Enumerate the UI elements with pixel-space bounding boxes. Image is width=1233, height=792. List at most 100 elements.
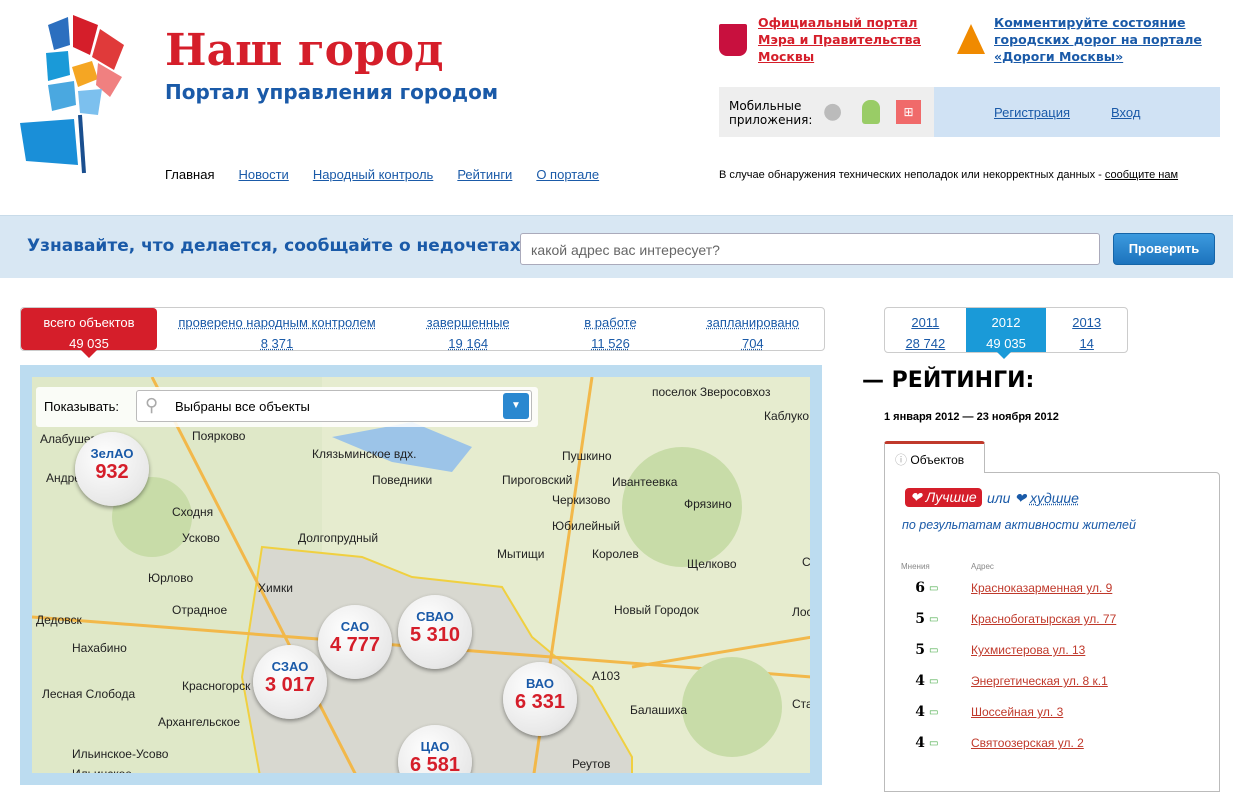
address-link[interactable]: Энергетическая ул. 8 к.1 (971, 674, 1108, 688)
district-svao[interactable]: СВАО 5 310 (398, 595, 472, 669)
site-title[interactable]: Наш город (165, 25, 443, 76)
nav-about[interactable]: О портале (536, 167, 599, 182)
year-value: 49 035 (986, 336, 1026, 351)
district-vao[interactable]: ВАО 6 331 (503, 662, 577, 736)
address-link[interactable]: Святоозерская ул. 2 (971, 736, 1084, 750)
filter-value: Выбраны все объекты (175, 399, 310, 414)
year-label: 2011 (911, 315, 939, 330)
best-toggle[interactable]: ❤ Лучшие (905, 488, 982, 507)
map-town-label: Королев (592, 547, 639, 561)
help-icon: ⓘ (895, 453, 907, 467)
year-2013[interactable]: 2013 14 (1046, 308, 1127, 352)
year-2012[interactable]: 2012 49 035 (966, 308, 1047, 352)
login-link[interactable]: Вход (1111, 105, 1140, 120)
stat-label: завершенные (427, 315, 510, 330)
map-town-label: Пушкино (562, 449, 612, 463)
notice-text: В случае обнаружения технических неполад… (719, 169, 1105, 181)
address-link[interactable]: Кухмистерова ул. 13 (971, 643, 1085, 657)
check-button[interactable]: Проверить (1113, 233, 1215, 265)
search-icon: ⚲ (145, 395, 158, 416)
district-zelao[interactable]: ЗелАО 932 (75, 432, 149, 506)
stat-label: в работе (584, 315, 636, 330)
col-address: Адрес (971, 562, 994, 571)
map-town-label: Свердл (802, 555, 810, 569)
roads-link-line: «Дороги Москвы» (994, 48, 1202, 65)
android-icon[interactable] (862, 100, 880, 124)
auth-bar: Регистрация Вход (934, 87, 1220, 137)
mobile-apps: Мобильные приложения: ● ⊞ (719, 87, 934, 137)
mobile-label: приложения: (729, 113, 812, 127)
map-town-label: Реутов (572, 757, 610, 771)
address-link[interactable]: Шоссейная ул. 3 (971, 705, 1063, 719)
error-notice: В случае обнаружения технических неполад… (719, 169, 1178, 181)
stat-verified[interactable]: проверено народным контролем 8 371 (157, 308, 397, 350)
address-link[interactable]: Краснобогатырская ул. 77 (971, 612, 1116, 626)
opinion-count: 5 (905, 611, 925, 627)
comment-icon: ▭ (929, 645, 941, 656)
nav-news[interactable]: Новости (238, 167, 288, 182)
map-town-label: Ивантеевка (612, 475, 677, 489)
stat-total[interactable]: всего объектов 49 035 (21, 308, 157, 350)
map-frame: поселок Зверосовхоз Каблуко Поярково Алабуш… (20, 365, 822, 785)
ratings-title: РЕЙТИНГИ: (892, 368, 1035, 393)
map-town-label: Каблуко (764, 409, 809, 423)
nav-control[interactable]: Народный контроль (313, 167, 434, 182)
map-town-label: Новый Городок (614, 603, 699, 617)
register-link[interactable]: Регистрация (994, 105, 1070, 120)
comment-icon: ▭ (929, 583, 941, 594)
year-label: 2013 (1072, 315, 1101, 330)
filter-select[interactable]: ⚲ Выбраны все объекты ▼ (136, 390, 532, 422)
rating-row: 6 ▭ Красноказарменная ул. 9 (905, 580, 1112, 596)
mayor-portal-link[interactable]: Официальный портал Мэра и Правительства Мо… (758, 14, 921, 65)
stat-in-progress[interactable]: в работе 11 526 (539, 308, 681, 350)
stat-completed[interactable]: завершенные 19 164 (397, 308, 539, 350)
roads-portal-link[interactable]: Комментируйте состояние городских дорог н… (994, 14, 1202, 65)
chevron-down-icon[interactable]: ▼ (503, 393, 529, 419)
district-count: 3 017 (253, 674, 327, 697)
worst-toggle[interactable]: худшие (1030, 490, 1079, 506)
apple-icon[interactable]: ● (823, 99, 842, 124)
map-town-label: Фрязино (684, 497, 732, 511)
main-nav: Главная Новости Народный контроль Рейтин… (165, 167, 599, 182)
map-town-label: Ильинское-Усово (72, 747, 168, 761)
address-link[interactable]: Красноказарменная ул. 9 (971, 581, 1112, 595)
report-link[interactable]: сообщите нам (1105, 169, 1178, 181)
rating-row: 4 ▭ Шоссейная ул. 3 (905, 704, 1063, 720)
map-town-label: Красногорск (182, 679, 250, 693)
district-name: ЗелАО (75, 446, 149, 461)
year-tabs: 2011 28 742 2012 49 035 2013 14 (884, 307, 1128, 353)
nav-home[interactable]: Главная (165, 167, 214, 182)
mayor-link-line: Мэра и Правительства (758, 31, 921, 48)
filter-label: Показывать: (44, 399, 119, 414)
district-szao[interactable]: СЗАО 3 017 (253, 645, 327, 719)
map-town-label: Поведники (372, 473, 432, 487)
logo-flower-icon[interactable] (18, 15, 130, 175)
stat-planned[interactable]: запланировано 704 (682, 308, 824, 350)
district-sao[interactable]: САО 4 777 (318, 605, 392, 679)
nav-ratings[interactable]: Рейтинги (457, 167, 512, 182)
comment-icon: ▭ (929, 738, 941, 749)
opinion-count: 4 (905, 673, 925, 689)
address-search-input[interactable]: какой адрес вас интересует? (520, 233, 1100, 265)
map-town-label: Дедовск (36, 613, 82, 627)
map-town-label: А103 (592, 669, 620, 683)
map-town-label: Сходня (172, 505, 213, 519)
year-2011[interactable]: 2011 28 742 (885, 308, 966, 352)
map-town-label: Лось (792, 605, 810, 619)
site-subtitle: Портал управления городом (165, 80, 498, 104)
ratings-period: 1 января 2012 — 23 ноября 2012 (884, 411, 1059, 423)
moscow-coat-icon (719, 24, 747, 56)
col-opinions: Мнения (901, 562, 930, 571)
windows-icon[interactable]: ⊞ (896, 100, 921, 124)
opinion-count: 5 (905, 642, 925, 658)
map-town-label: Юрлово (148, 571, 193, 585)
rating-row: 4 ▭ Святоозерская ул. 2 (905, 735, 1084, 751)
map-town-label: Нахабино (72, 641, 127, 655)
map[interactable]: поселок Зверосовхоз Каблуко Поярково Алабуш… (32, 377, 810, 773)
map-town-label: Долгопрудный (298, 531, 378, 545)
mayor-link-line: Официальный портал (758, 14, 921, 31)
tab-objects[interactable]: ⓘ Объектов (884, 441, 985, 473)
opinion-count: 4 (905, 735, 925, 751)
map-town-label: Черкизово (552, 493, 610, 507)
map-town-label: Мытищи (497, 547, 544, 561)
